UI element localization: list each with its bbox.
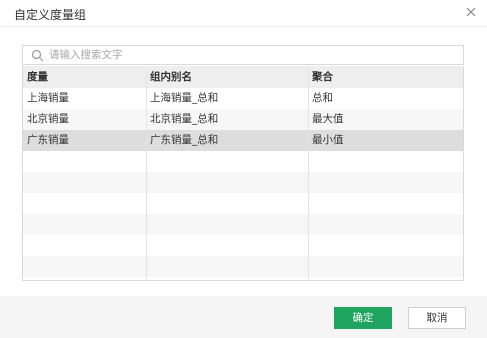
custom-measure-group-dialog: 自定义度量组 度量 组内别名 聚合 上海销量 上海销量_总和 总和 bbox=[0, 0, 487, 338]
empty-row bbox=[23, 172, 463, 193]
table-row[interactable]: 北京销量 北京销量_总和 最大值 bbox=[23, 109, 463, 130]
measure-table: 度量 组内别名 聚合 上海销量 上海销量_总和 总和 北京销量 北京销量_总和 … bbox=[22, 66, 464, 281]
cell-aggregation[interactable]: 最小值 bbox=[308, 130, 464, 151]
dialog-footer: 确定 取消 bbox=[0, 296, 487, 338]
column-header-aggregation[interactable]: 聚合 bbox=[308, 66, 464, 88]
search-icon bbox=[31, 49, 44, 65]
ok-button[interactable]: 确定 bbox=[334, 307, 392, 329]
search-box[interactable] bbox=[22, 45, 464, 65]
cancel-button[interactable]: 取消 bbox=[408, 307, 466, 329]
dialog-title-bar: 自定义度量组 bbox=[0, 0, 487, 26]
column-divider bbox=[146, 66, 147, 280]
cell-aggregation[interactable]: 总和 bbox=[308, 88, 464, 109]
dialog-title: 自定义度量组 bbox=[14, 8, 87, 22]
cell-measure: 广东销量 bbox=[27, 134, 69, 146]
cell-alias[interactable]: 广东销量_总和 bbox=[146, 130, 308, 151]
cell-aggregation[interactable]: 最大值 bbox=[308, 109, 464, 130]
cell-alias[interactable]: 北京销量_总和 bbox=[146, 109, 308, 130]
column-header-measure[interactable]: 度量 bbox=[23, 66, 146, 88]
cell-measure: 上海销量 bbox=[27, 92, 69, 104]
column-divider bbox=[308, 66, 309, 280]
search-input[interactable] bbox=[49, 47, 449, 63]
empty-row bbox=[23, 235, 463, 256]
empty-row bbox=[23, 151, 463, 172]
table-row[interactable]: 上海销量 上海销量_总和 总和 bbox=[23, 88, 463, 109]
table-header: 度量 组内别名 聚合 bbox=[23, 66, 463, 88]
cell-measure: 北京销量 bbox=[27, 113, 69, 125]
empty-row bbox=[23, 214, 463, 235]
cell-alias[interactable]: 上海销量_总和 bbox=[146, 88, 308, 109]
column-header-alias[interactable]: 组内别名 bbox=[146, 66, 308, 88]
table-row-selected[interactable]: 广东销量 广东销量_总和 最小值 bbox=[23, 130, 463, 151]
empty-row bbox=[23, 256, 463, 277]
empty-row bbox=[23, 193, 463, 214]
close-icon[interactable] bbox=[463, 4, 479, 20]
title-divider bbox=[0, 26, 487, 27]
